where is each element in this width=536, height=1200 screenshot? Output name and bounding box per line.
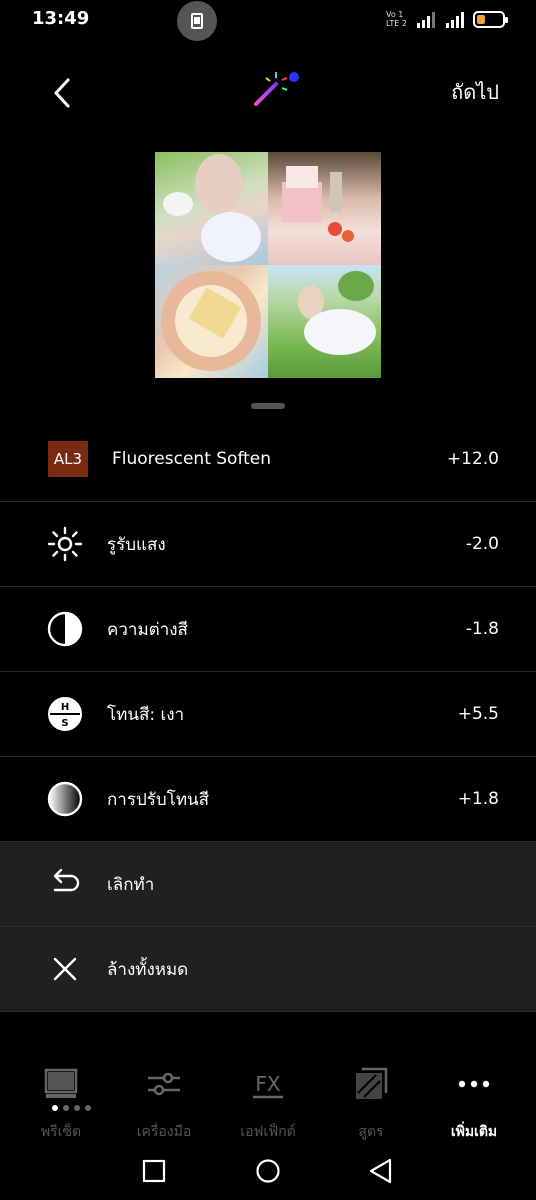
preset-value: +12.0 xyxy=(446,449,499,469)
system-nav-bar xyxy=(0,1140,536,1200)
clock: 13:49 xyxy=(32,8,90,29)
magic-wand-icon[interactable] xyxy=(252,70,302,110)
signal-icon-1 xyxy=(417,12,435,28)
svg-text:H: H xyxy=(61,702,69,713)
drag-handle[interactable] xyxy=(251,403,285,409)
adjustment-value: +1.8 xyxy=(457,789,499,809)
adjustment-label: โทนสี: เงา xyxy=(107,704,185,725)
back-nav-icon[interactable] xyxy=(368,1158,394,1184)
preset-row[interactable]: AL3 Fluorescent Soften +12.0 xyxy=(0,417,536,502)
adjustment-value: +5.5 xyxy=(457,704,499,724)
tab-presets[interactable]: พรีเซ็ต xyxy=(11,1063,111,1143)
adjustment-label: รูรับแสง xyxy=(107,534,166,555)
adjustment-value: -1.8 xyxy=(465,619,499,639)
adjustment-row-tonal[interactable]: การปรับโทนสี +1.8 xyxy=(0,757,536,842)
presets-icon xyxy=(44,1068,78,1098)
adjustment-label: การปรับโทนสี xyxy=(107,789,210,810)
status-bar: 13:49 Vo 1 LTE 2 xyxy=(0,0,536,41)
tone-gradient-icon xyxy=(47,781,83,817)
next-button[interactable]: ถัดไป xyxy=(451,76,499,108)
hs-tone-icon: H S xyxy=(48,697,82,731)
adjustment-row-exposure[interactable]: รูรับแสง -2.0 xyxy=(0,502,536,587)
preset-badge: AL3 xyxy=(48,441,88,477)
bottom-tab-bar: พรีเซ็ต เครื่องมือ FX เอฟเฟ็กต์ สูตร เพิ… xyxy=(0,1063,536,1143)
photo-2 xyxy=(268,152,381,265)
undo-label: เลิกทำ xyxy=(107,874,155,895)
tools-icon xyxy=(148,1072,180,1096)
clear-all-label: ล้างทั้งหมด xyxy=(107,959,189,980)
network-type: Vo 1 LTE 2 xyxy=(386,10,407,28)
undo-icon xyxy=(53,868,80,892)
tab-more[interactable]: เพิ่มเติม xyxy=(424,1063,524,1143)
fx-icon: FX xyxy=(253,1072,283,1099)
close-icon xyxy=(53,957,77,981)
svg-text:S: S xyxy=(61,718,68,729)
photo-preview-grid xyxy=(155,152,381,378)
contrast-icon xyxy=(47,611,83,647)
preset-page-dots xyxy=(52,1105,91,1111)
adjustment-label: ความต่างสี xyxy=(107,619,188,640)
back-arrow-icon[interactable] xyxy=(48,76,78,110)
adjustment-row-tone[interactable]: H S โทนสี: เงา +5.5 xyxy=(0,672,536,757)
edit-history-list: AL3 Fluorescent Soften +12.0 รูรับแสง -2… xyxy=(0,417,536,1012)
signal-icon-2 xyxy=(446,12,464,28)
exposure-icon xyxy=(47,526,83,562)
adjustment-row-contrast[interactable]: ความต่างสี -1.8 xyxy=(0,587,536,672)
photo-1 xyxy=(155,152,268,265)
preset-name: Fluorescent Soften xyxy=(112,449,272,469)
photo-4 xyxy=(268,265,381,378)
tab-tools[interactable]: เครื่องมือ xyxy=(114,1063,214,1143)
more-icon xyxy=(458,1080,490,1088)
svg-text:FX: FX xyxy=(255,1072,281,1096)
recent-apps-icon[interactable] xyxy=(141,1158,167,1184)
recipes-icon xyxy=(356,1067,388,1099)
screenshot-app-icon xyxy=(177,1,217,41)
adjustment-value: -2.0 xyxy=(465,534,499,554)
battery-icon xyxy=(473,11,508,28)
home-icon[interactable] xyxy=(255,1158,281,1184)
photo-3 xyxy=(155,265,268,378)
clear-all-row[interactable]: ล้างทั้งหมด xyxy=(0,927,536,1012)
tab-effects[interactable]: FX เอฟเฟ็กต์ xyxy=(218,1063,318,1143)
undo-row[interactable]: เลิกทำ xyxy=(0,842,536,927)
tab-recipes[interactable]: สูตร xyxy=(321,1063,421,1143)
